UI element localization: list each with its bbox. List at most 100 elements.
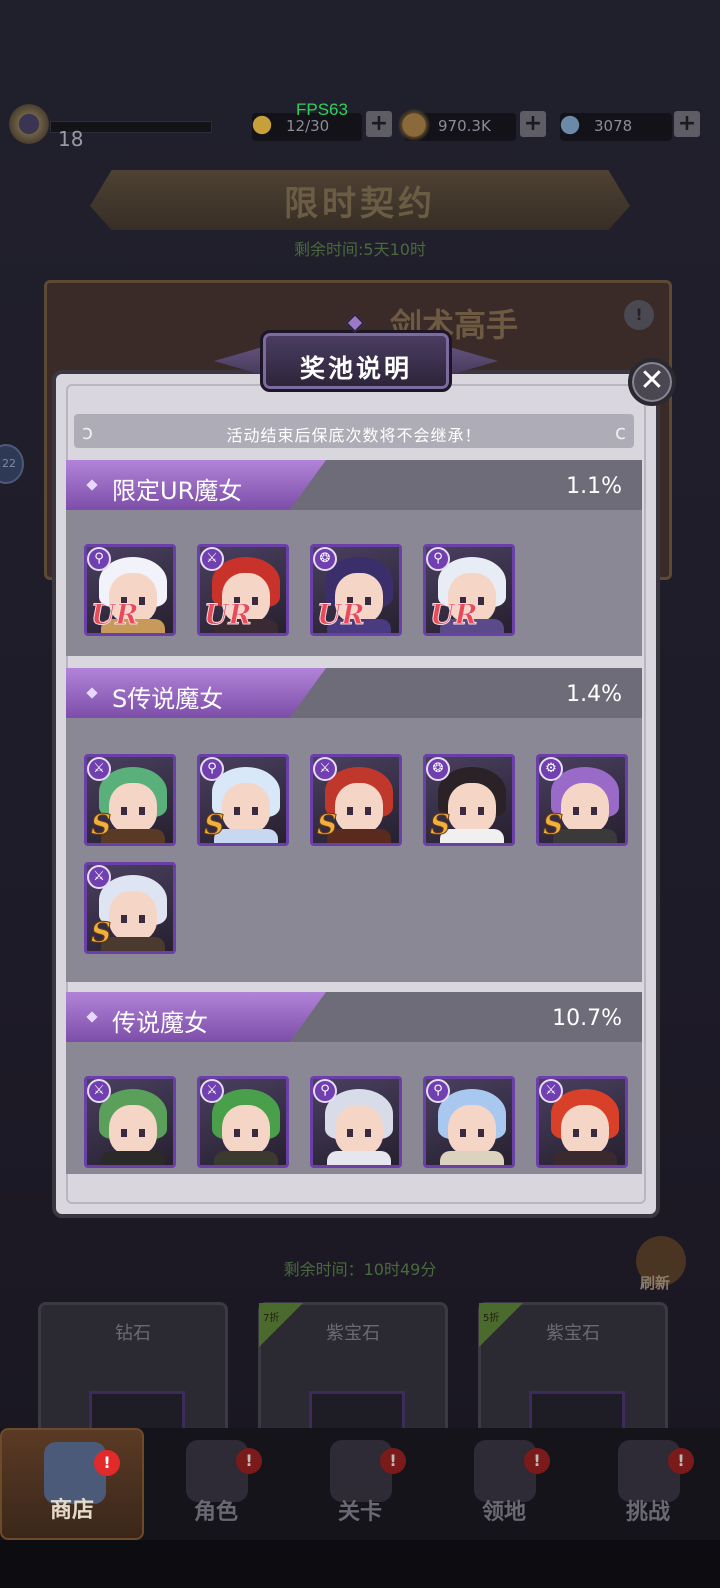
character-card[interactable]: ❂ UR [310, 544, 402, 636]
swirl-right-icon: c [615, 420, 626, 444]
character-body [101, 1151, 165, 1165]
modal-title-plate: 奖池说明 [214, 313, 498, 400]
character-card[interactable]: ⚔ [84, 1076, 176, 1168]
character-face [335, 1105, 383, 1155]
character-eye [478, 597, 484, 605]
character-eye [139, 807, 145, 815]
gold-coin-icon [396, 107, 432, 143]
character-eye [591, 807, 597, 815]
nav-label: 角色 [193, 1500, 238, 1525]
character-card[interactable]: ⚔ S [84, 754, 176, 846]
character-card[interactable]: ⚲ S [197, 754, 289, 846]
shop-card-diamond[interactable]: 钻石 [38, 1302, 228, 1451]
sword-class-icon: ⚔ [539, 1079, 563, 1103]
rank-badge: S [203, 808, 225, 842]
diamond-value: 3078 [594, 117, 633, 135]
swirl-class-icon: ❂ [426, 757, 450, 781]
shop-card-amethyst-1[interactable]: 7折 紫宝石 [258, 1302, 448, 1451]
event-title: 限时契约 [284, 184, 436, 224]
gold-value: 970.3K [438, 117, 491, 135]
character-card[interactable]: ⚔ [197, 1076, 289, 1168]
rank-badge: UR [430, 598, 479, 632]
character-eye [478, 807, 484, 815]
nav-stages[interactable]: ! 关卡 [288, 1428, 432, 1540]
diamond-icon [552, 107, 588, 143]
character-body [553, 1151, 617, 1165]
nav-shop[interactable]: ! 商店 [0, 1428, 144, 1540]
sword-class-icon: ⚔ [87, 865, 111, 889]
player-level: 18 [58, 127, 84, 151]
close-button[interactable]: ✕ [628, 358, 676, 406]
character-eye [460, 807, 466, 815]
modal-title: 奖池说明 [299, 354, 412, 383]
castle-icon [474, 1440, 536, 1502]
event-timer: 剩余时间:5天10时 [294, 240, 426, 259]
nav-label: 关卡 [337, 1500, 382, 1525]
rank-badge: S [90, 916, 112, 950]
character-face [222, 783, 270, 833]
nav-territory[interactable]: ! 领地 [432, 1428, 576, 1540]
character-eye [234, 1129, 240, 1137]
character-card[interactable]: ⚔ S [84, 862, 176, 954]
character-card[interactable]: ⚲ [310, 1076, 402, 1168]
sword-class-icon: ⚔ [200, 547, 224, 571]
nav-label: 挑战 [625, 1500, 670, 1525]
character-card[interactable]: ❂ S [423, 754, 515, 846]
banner-info-button[interactable]: ! [624, 300, 654, 330]
character-card[interactable]: ⚙ S [536, 754, 628, 846]
character-eye [347, 1129, 353, 1137]
lightning-icon [244, 107, 280, 143]
character-eye [365, 597, 371, 605]
title-box: 奖池说明 [260, 330, 452, 392]
section-tab: 传说魔女 [66, 992, 326, 1042]
diamond-counter: 3078 [552, 107, 672, 143]
character-card[interactable]: ⚔ UR [197, 544, 289, 636]
rank-badge: S [429, 808, 451, 842]
shop-card-label: 紫宝石 [546, 1323, 600, 1344]
character-body [327, 1151, 391, 1165]
section-tab: 限定UR魔女 [66, 460, 326, 510]
character-card[interactable]: ⚲ [423, 1076, 515, 1168]
shop-timer: 剩余时间：10时49分 [283, 1260, 437, 1279]
character-face [448, 783, 496, 833]
section-header: 限定UR魔女 1.1% [66, 460, 642, 510]
character-eye [139, 1129, 145, 1137]
diamond-bullet-icon [86, 1011, 98, 1023]
section-rate: 1.1% [566, 474, 622, 499]
treasure-map-icon [618, 1440, 680, 1502]
character-eye [365, 807, 371, 815]
staff-class-icon: ⚲ [200, 757, 224, 781]
bottom-nav: ! 商店 ! 角色 ! 关卡 ! 领地 ! 挑战 [0, 1428, 720, 1540]
nav-characters[interactable]: ! 角色 [144, 1428, 288, 1540]
nav-challenge[interactable]: ! 挑战 [576, 1428, 720, 1540]
character-card[interactable]: ⚲ UR [423, 544, 515, 636]
section-rate: 1.4% [566, 682, 622, 707]
character-eye [234, 807, 240, 815]
rank-badge: S [316, 808, 338, 842]
player-level-emblem-icon [6, 101, 52, 147]
diamond-bullet-icon [86, 687, 98, 699]
add-energy-button[interactable]: + [366, 111, 392, 137]
character-face [561, 783, 609, 833]
shop-card-label: 紫宝石 [326, 1323, 380, 1344]
character-eye [478, 1129, 484, 1137]
add-diamond-button[interactable]: + [674, 111, 700, 137]
staff-class-icon: ⚲ [426, 1079, 450, 1103]
swirl-class-icon: ❂ [313, 547, 337, 571]
section-rate: 10.7% [552, 1006, 622, 1031]
nav-label: 领地 [481, 1500, 526, 1525]
character-eye [252, 1129, 258, 1137]
character-card[interactable]: ⚔ [536, 1076, 628, 1168]
nav-label: 商店 [49, 1498, 94, 1523]
character-face [448, 1105, 496, 1155]
staff-class-icon: ⚲ [87, 547, 111, 571]
notification-badge: ! [380, 1448, 406, 1474]
top-resource-bar: 18 12/30 + 970.3K + 3078 + [0, 95, 720, 155]
character-face [561, 1105, 609, 1155]
character-card[interactable]: ⚲ UR [84, 544, 176, 636]
character-card[interactable]: ⚔ S [310, 754, 402, 846]
rank-badge: S [542, 808, 564, 842]
section-title: 传说魔女 [112, 1009, 208, 1037]
add-gold-button[interactable]: + [520, 111, 546, 137]
shop-card-amethyst-2[interactable]: 5折 紫宝石 [478, 1302, 668, 1451]
